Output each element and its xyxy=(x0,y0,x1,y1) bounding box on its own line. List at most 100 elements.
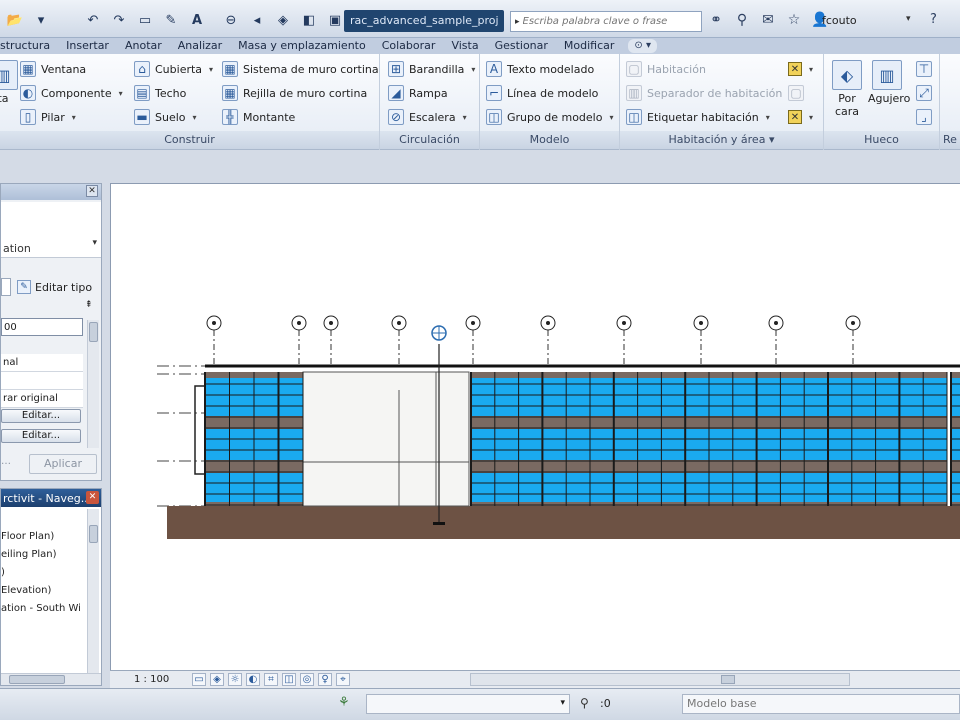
techo-button[interactable]: ▤ Techo xyxy=(134,82,186,104)
area-button[interactable]: ✕ ▾ xyxy=(788,58,813,80)
area-boundary-button[interactable]: ▢ xyxy=(788,82,804,104)
elevation-drawing[interactable] xyxy=(111,184,960,671)
subscription-icon[interactable]: ⚲ xyxy=(732,10,752,30)
3d-view-icon[interactable]: ⊖ xyxy=(222,11,240,29)
vertical-opening-button[interactable]: ⤢ xyxy=(916,82,932,104)
sistema-muro-cortina-button[interactable]: ▦ Sistema de muro cortina xyxy=(222,58,379,80)
redo-icon[interactable]: ↷ xyxy=(110,11,128,29)
properties-help-link[interactable]: … xyxy=(1,456,11,467)
tree-item-south-elevation[interactable]: ation - South Wi xyxy=(1,603,87,614)
reveal-hidden-icon[interactable]: ♀ xyxy=(318,673,332,686)
show-crop-icon[interactable]: ◫ xyxy=(282,673,296,686)
grid-bubble-dot[interactable] xyxy=(297,321,301,325)
grid-bubble-dot[interactable] xyxy=(329,321,333,325)
properties-close-icon[interactable]: ✕ xyxy=(86,185,98,197)
grid-bubble-dot[interactable] xyxy=(851,321,855,325)
sun-path-icon[interactable]: ☼ xyxy=(228,673,242,686)
worksets-icon[interactable]: ⚘ xyxy=(338,695,358,713)
tab-insertar[interactable]: Insertar xyxy=(58,38,117,54)
properties-scroll-thumb[interactable] xyxy=(89,322,98,342)
por-cara-button[interactable]: ⬖ Por cara xyxy=(828,60,866,118)
switch-windows-icon[interactable]: ▣ xyxy=(326,11,344,29)
tab-colaborar[interactable]: Colaborar xyxy=(374,38,444,54)
tag-area-button[interactable]: ✕ ▾ xyxy=(788,106,813,128)
grid-bubble-dot[interactable] xyxy=(622,321,626,325)
ribbon-minimize-button[interactable]: ⊙ ▾ xyxy=(628,39,657,53)
press-drag-icon[interactable]: ⚲ xyxy=(580,696,589,710)
floor-band[interactable] xyxy=(951,416,960,429)
active-workset-field[interactable]: ▾ xyxy=(366,694,570,714)
text-icon[interactable]: A xyxy=(188,11,206,29)
search-box[interactable]: ▸ xyxy=(510,11,702,32)
view-hscrollbar[interactable] xyxy=(470,673,850,686)
property-value-field[interactable]: 00 xyxy=(1,318,83,336)
ventana-button[interactable]: ▦ Ventana xyxy=(20,58,86,80)
drawing-view[interactable] xyxy=(110,183,960,670)
tree-item-ceiling-plan[interactable]: eiling Plan) xyxy=(1,549,87,560)
tree-item-elevation[interactable]: Elevation) xyxy=(1,585,87,596)
escalera-button[interactable]: ⊘ Escalera ▾ xyxy=(388,106,467,128)
solid-wall-panel[interactable] xyxy=(302,371,470,507)
tab-masa[interactable]: Masa y emplazamiento xyxy=(230,38,374,54)
rampa-button[interactable]: ◢ Rampa xyxy=(388,82,448,104)
analytical-model-icon[interactable]: ⌖ xyxy=(336,673,350,686)
suelo-button[interactable]: ▬ Suelo ▾ xyxy=(134,106,197,128)
edit-button-1[interactable]: Editar... xyxy=(1,409,81,423)
crop-view-icon[interactable]: ⌗ xyxy=(264,673,278,686)
grid-bubble-dot[interactable] xyxy=(774,321,778,325)
workset-dropdown-icon[interactable]: ▾ xyxy=(560,698,565,708)
temp-hide-icon[interactable]: ◎ xyxy=(300,673,314,686)
browser-scrollbar[interactable] xyxy=(87,509,99,673)
communication-icon[interactable]: ✉ xyxy=(758,10,778,30)
open-folder-icon[interactable]: 📂 xyxy=(6,11,24,29)
grid-bubble-dot[interactable] xyxy=(471,321,475,325)
close-hidden-icon[interactable]: ◧ xyxy=(300,11,318,29)
shadows-icon[interactable]: ◐ xyxy=(246,673,260,686)
cubierta-button[interactable]: ⌂ Cubierta ▾ xyxy=(134,58,213,80)
binoculars-icon[interactable]: ⚭ xyxy=(706,10,726,30)
visual-style-icon[interactable]: ◈ xyxy=(210,673,224,686)
linea-modelo-button[interactable]: ⌐ Línea de modelo xyxy=(486,82,598,104)
agujero-button[interactable]: ▥ Agujero xyxy=(868,60,910,105)
browser-scroll-thumb[interactable] xyxy=(89,525,98,543)
pilar-button[interactable]: ▯ Pilar ▾ xyxy=(20,106,76,128)
favorites-star-icon[interactable]: ☆ xyxy=(784,10,804,30)
type-selector[interactable]: ation ▾ xyxy=(1,202,101,258)
view-hscroll-thumb[interactable] xyxy=(721,675,735,684)
section-icon[interactable]: ◂ xyxy=(248,11,266,29)
grid-bubble-dot[interactable] xyxy=(397,321,401,325)
apply-button[interactable]: Aplicar xyxy=(29,454,97,474)
type-selector-dropdown-icon[interactable]: ▾ xyxy=(92,238,97,248)
floor-band[interactable] xyxy=(951,460,960,473)
thin-lines-icon[interactable]: ◈ xyxy=(274,11,292,29)
edit-button-2[interactable]: Editar... xyxy=(1,429,81,443)
tab-analizar[interactable]: Analizar xyxy=(170,38,230,54)
componente-button[interactable]: ◐ Componente ▾ xyxy=(20,82,123,104)
help-icon[interactable]: ? xyxy=(930,12,948,30)
grid-end-marker[interactable] xyxy=(433,522,445,525)
dimension-icon[interactable]: ▭ xyxy=(136,11,154,29)
tab-vista[interactable]: Vista xyxy=(443,38,486,54)
measure-icon[interactable]: ✎ xyxy=(162,11,180,29)
collapse-group-icon[interactable]: ⇞ xyxy=(85,300,93,310)
grupo-modelo-button[interactable]: ◫ Grupo de modelo ▾ xyxy=(486,106,613,128)
rejilla-muro-cortina-button[interactable]: ▦ Rejilla de muro cortina xyxy=(222,82,367,104)
floor-band[interactable] xyxy=(951,372,960,378)
design-option-field[interactable]: Modelo base xyxy=(682,694,960,714)
wall-button[interactable]: ▥ ta xyxy=(0,60,22,105)
project-browser-close-icon[interactable]: ✕ xyxy=(86,491,99,504)
user-dropdown-icon[interactable]: ▾ xyxy=(906,14,911,24)
browser-hscrollbar[interactable] xyxy=(1,673,101,685)
detail-level-icon[interactable]: ▭ xyxy=(192,673,206,686)
grid-bubble-dot[interactable] xyxy=(546,321,550,325)
tab-gestionar[interactable]: Gestionar xyxy=(487,38,556,54)
instance-filter-dropdown[interactable] xyxy=(1,278,11,296)
tree-item-3d[interactable]: ) xyxy=(1,567,87,578)
save-icon[interactable]: ▾ xyxy=(32,11,50,29)
separador-button[interactable]: ▥ Separador de habitación xyxy=(626,82,782,104)
property-row[interactable]: nal xyxy=(1,354,83,372)
texto-modelado-button[interactable]: A Texto modelado xyxy=(486,58,594,80)
view-scale[interactable]: 1 : 100 xyxy=(134,674,169,685)
barandilla-button[interactable]: ⊞ Barandilla ▾ xyxy=(388,58,475,80)
property-row[interactable] xyxy=(1,372,83,390)
